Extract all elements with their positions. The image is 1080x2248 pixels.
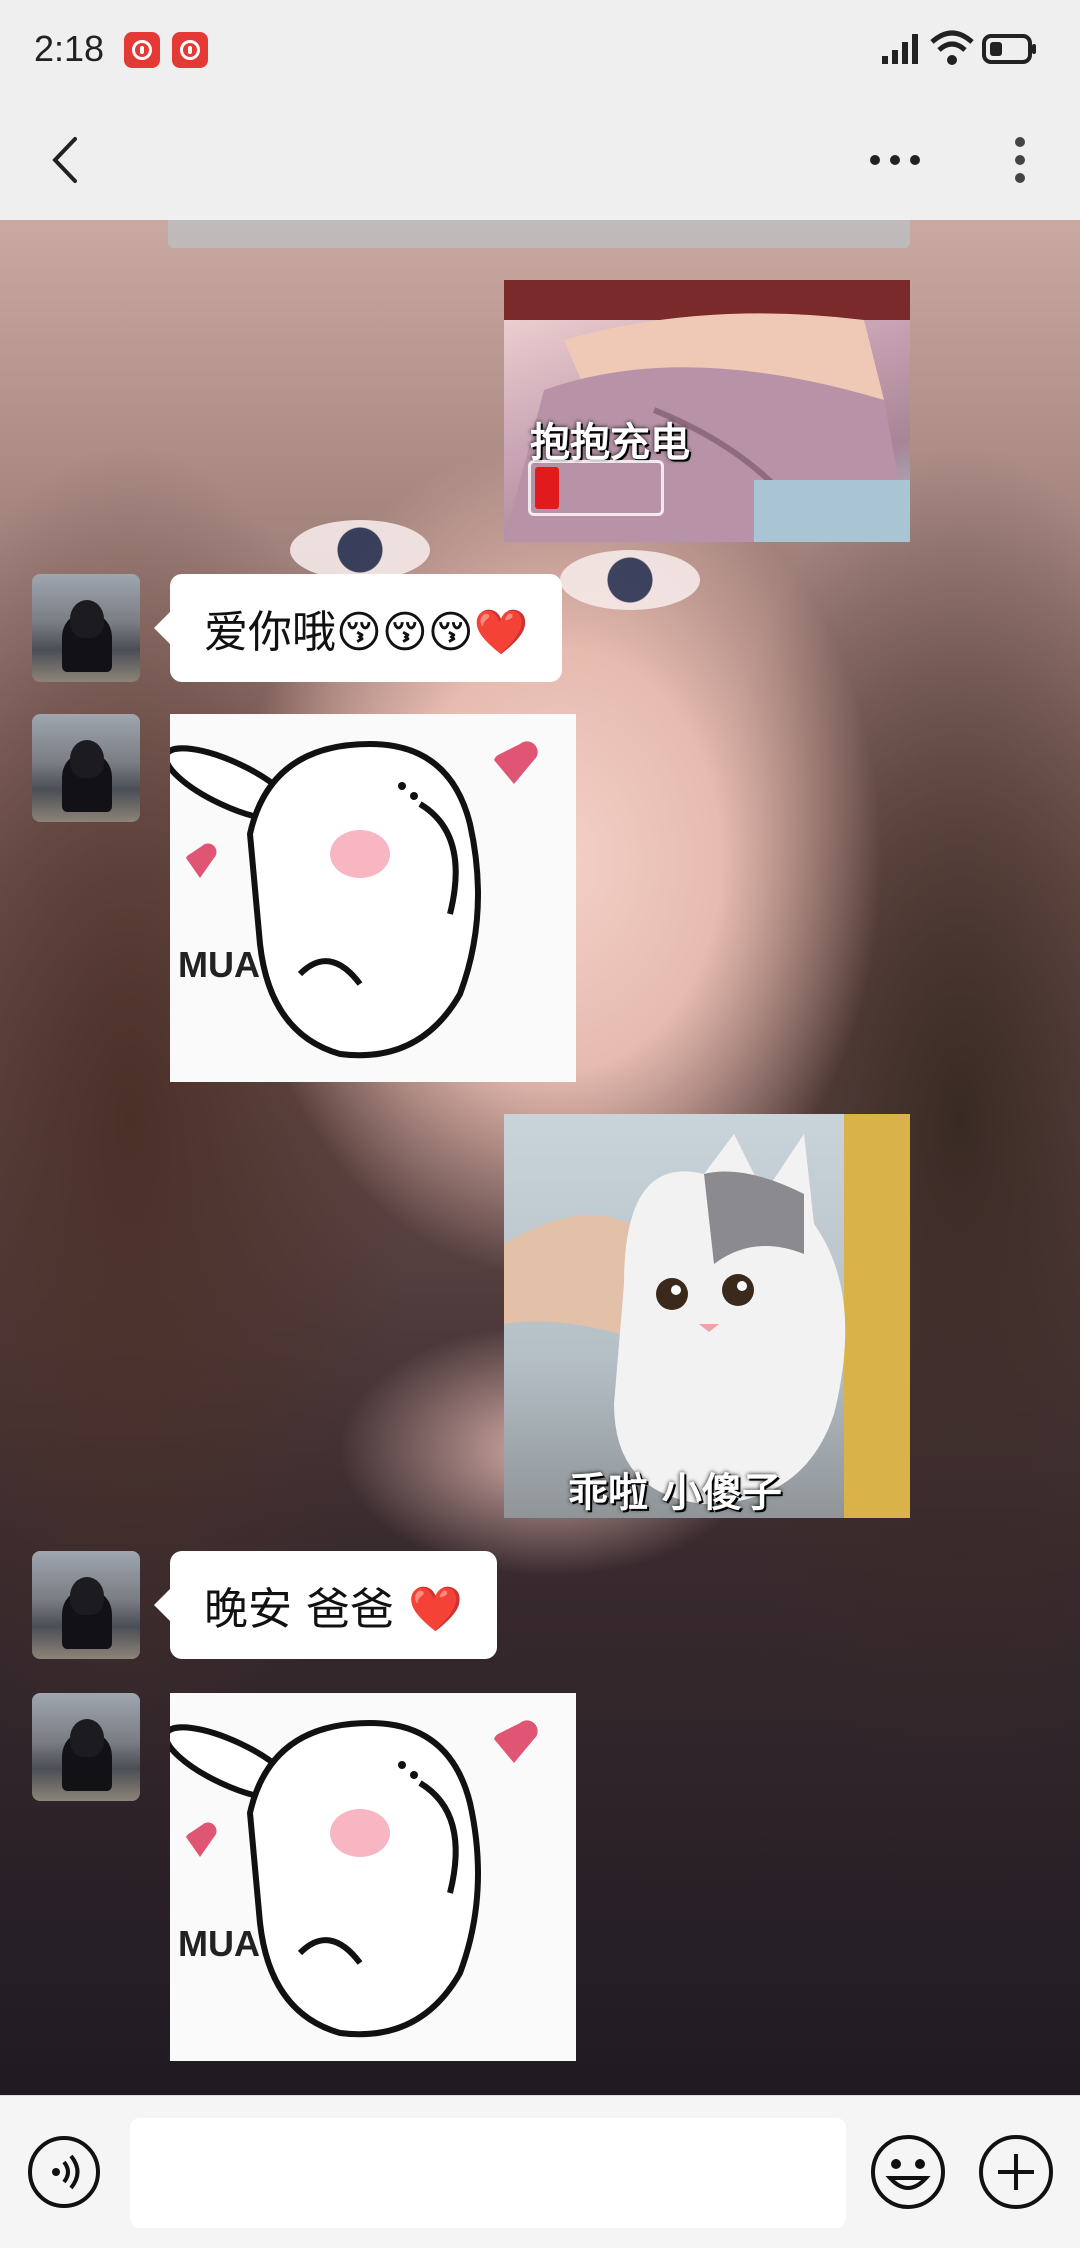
sticker-cat[interactable]: 乖啦 小傻子 xyxy=(504,1114,910,1518)
bunny-illustration xyxy=(170,1719,538,2038)
wallpaper-eye xyxy=(560,550,700,610)
smiley-icon xyxy=(871,2135,945,2209)
bunny-illustration xyxy=(170,740,538,1059)
signal-icon xyxy=(882,34,918,64)
status-bar: 2:18 xyxy=(0,0,1080,100)
message-input[interactable] xyxy=(130,2118,846,2228)
sticker-caption: 乖啦 小傻子 xyxy=(568,1470,782,1516)
music-app-notification-icon xyxy=(124,32,160,68)
voice-button[interactable] xyxy=(26,2134,102,2210)
battery-graphic xyxy=(528,460,664,516)
chevron-left-icon xyxy=(52,137,77,183)
status-time: 2:18 xyxy=(34,28,105,69)
message-bubble[interactable]: 晚安 爸爸 ❤️ xyxy=(154,1551,497,1659)
more-horizontal-icon xyxy=(870,155,920,165)
avatar[interactable] xyxy=(32,714,140,822)
voice-icon xyxy=(28,2136,100,2208)
previous-message-edge xyxy=(168,220,910,248)
music-app-notification-icon xyxy=(172,32,208,68)
menu-button[interactable] xyxy=(990,125,1050,195)
message-bubble[interactable]: 爱你哦😚😚😚❤️ xyxy=(153,574,563,682)
avatar[interactable] xyxy=(32,574,140,682)
more-vertical-icon xyxy=(1015,137,1025,183)
emoji-button[interactable] xyxy=(868,2132,948,2212)
more-options-button[interactable] xyxy=(860,130,930,190)
wallpaper-eye xyxy=(290,520,430,580)
battery-icon xyxy=(982,34,1036,64)
cat-illustration xyxy=(504,1114,910,1518)
chat-screen: 2:18 抱抱充电 爱你哦😚😚😚❤️ MUA 乖啦 小傻子 晚安 爸爸 ❤️ M… xyxy=(0,0,1080,2248)
avatar[interactable] xyxy=(32,1693,140,1801)
input-bar xyxy=(0,2095,1080,2248)
sticker-mua-label: MUA xyxy=(178,944,260,985)
message-text: 晚安 爸爸 ❤️ xyxy=(204,1584,463,1635)
sticker-mua-label: MUA xyxy=(178,1923,260,1964)
avatar[interactable] xyxy=(32,1551,140,1659)
plus-icon xyxy=(979,2135,1053,2209)
sticker-hug-charging[interactable]: 抱抱充电 xyxy=(504,280,910,542)
sticker-bunny-mua[interactable]: MUA xyxy=(170,714,576,1082)
add-button[interactable] xyxy=(976,2132,1056,2212)
chat-header xyxy=(0,100,1080,220)
wifi-icon xyxy=(930,30,974,65)
message-text: 爱你哦😚😚😚❤️ xyxy=(204,607,529,658)
sticker-bunny-mua[interactable]: MUA xyxy=(170,1693,576,2061)
back-button[interactable] xyxy=(30,125,100,195)
